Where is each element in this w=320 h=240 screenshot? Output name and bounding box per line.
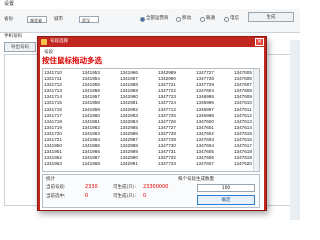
confirm-button[interactable]: 确定 [197,195,255,205]
segment-select-dialog: 号段选择 ✕ 号段 按住鼠标拖动多选 1341710 1341953 1341966… [37,36,267,211]
statistics-panel: 统计 当前号段: 2330 可生成(只): 23300000 当前选中: 0 可… [42,174,260,208]
province-label: 省份 [4,17,13,22]
city-label: 城市 [54,17,63,22]
phone-number-label: 手机号码 [4,34,22,39]
radio-label-mobile: 移动 [182,16,191,21]
window-title: 设置 [0,0,300,9]
dialog-titlebar[interactable]: 号段选择 ✕ [38,37,266,47]
province-select[interactable]: 湖北省 [27,16,47,23]
table-row[interactable]: 1341953 1341968 1342991 1347733 1347607 13476… [43,161,259,167]
current-count-label: 当前号段: [46,185,66,190]
current-count-value: 2330 [85,184,98,190]
side-panel [290,40,300,220]
per-segment-input[interactable]: 100 [197,184,255,192]
radio-label-telecom: 电信 [230,16,239,21]
segment-cell[interactable]: 1341968 [81,161,119,167]
city-select[interactable]: 武汉 [79,16,99,23]
segment-header-label: 号段 [44,50,53,55]
selected-label: 当前选中: [46,194,66,199]
generable-label: 可生成(只): [113,194,137,199]
per-segment-label: 每个号段生成数量 [178,177,214,182]
stats-section-label: 统计 [46,177,55,182]
radio-all-carriers[interactable] [140,17,145,22]
segment-cell[interactable]: 1347607 [195,161,233,167]
dialog-body: 号段 按住鼠标拖动多选 1341710 1341953 1341966 1342989… [40,47,264,210]
segment-grid-rows: 1341710 1341953 1341966 1342989 1347727 13476… [43,70,259,168]
radio-label-all: 全部运营商 [146,16,169,21]
radio-label-unicom: 联通 [206,16,215,21]
close-icon[interactable]: ✕ [255,38,264,46]
possible-label: 可生成(只): [113,185,137,190]
radio-mobile[interactable] [176,17,181,22]
radio-telecom[interactable] [224,17,229,22]
selected-value: 0 [85,193,89,199]
app-icon [41,39,47,45]
segment-cell[interactable]: 1347733 [157,161,195,167]
grid-scrollbar[interactable] [253,69,259,171]
segment-cell[interactable]: 1341953 [43,161,81,167]
generable-value: 0 [143,193,147,199]
possible-value: 23300000 [143,184,169,190]
dialog-title: 号段选择 [50,39,68,44]
segment-cell[interactable]: 1342991 [119,161,157,167]
export-numbers-button[interactable]: 导出号码 [4,42,36,52]
radio-unicom[interactable] [200,17,205,22]
drag-select-hint: 按住鼠标拖动多选 [42,56,102,65]
segment-grid[interactable]: 1341710 1341953 1341966 1342989 1347727 13476… [42,68,260,172]
generate-button[interactable]: 生成 [248,12,294,22]
